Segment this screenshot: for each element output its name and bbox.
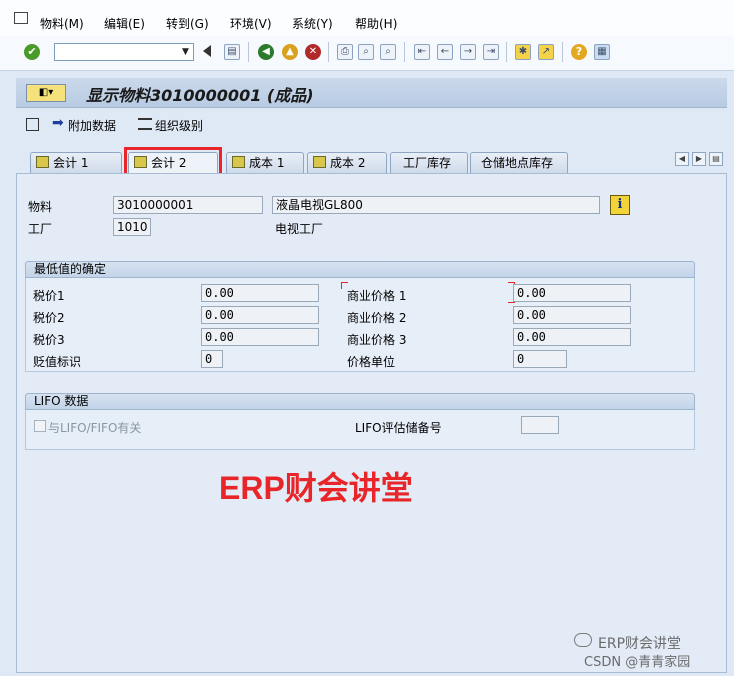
menu-help[interactable]: 帮助(H) — [355, 15, 397, 32]
chevron-down-icon[interactable]: ▼ — [178, 44, 193, 60]
tab-accounting-1[interactable]: 会计 1 — [30, 152, 122, 173]
layout-icon[interactable]: ▦ — [594, 44, 610, 60]
plant-description: 电视工厂 — [275, 222, 324, 236]
shortcut-icon[interactable]: ↗ — [538, 44, 554, 60]
price-unit-field[interactable]: 0 — [513, 350, 567, 368]
menu-material[interactable]: 物料(M) — [40, 15, 84, 32]
tab-indicator-icon — [36, 156, 49, 168]
tax-price-3-field[interactable]: 0.00 — [201, 328, 319, 346]
prev-page-icon[interactable]: ← — [437, 44, 453, 60]
next-page-icon[interactable]: → — [460, 44, 476, 60]
info-icon[interactable]: i — [610, 195, 630, 215]
toolbar-separator — [506, 42, 507, 62]
print-icon[interactable]: ⎙ — [337, 44, 353, 60]
menu-goto[interactable]: 转到(G) — [166, 15, 209, 32]
help-icon[interactable]: ? — [571, 44, 587, 60]
toolbar-separator — [562, 42, 563, 62]
tab-label: 仓储地点库存 — [481, 156, 554, 170]
toolbar-separator — [328, 42, 329, 62]
tab-label: 成本 1 — [249, 156, 285, 170]
tax-price-1-label: 税价1 — [33, 289, 65, 303]
cancel-icon[interactable]: ✕ — [305, 44, 321, 60]
tab-indicator-icon — [313, 156, 326, 168]
exit-icon[interactable]: ▲ — [282, 44, 298, 60]
menu-list-icon[interactable] — [14, 12, 28, 24]
find-icon[interactable]: ⌕ — [358, 44, 374, 60]
check-icon[interactable]: ✔ — [24, 44, 40, 60]
tax-price-3-label: 税价3 — [33, 333, 65, 347]
tab-indicator-icon — [232, 156, 245, 168]
commercial-price-3-field[interactable]: 0.00 — [513, 328, 631, 346]
watermark-footer-title: ERP财会讲堂 — [598, 636, 682, 652]
screen-menu-icon[interactable]: ◧▾ — [26, 84, 66, 102]
back-icon[interactable]: ◀ — [258, 44, 274, 60]
org-tree-icon — [26, 118, 39, 131]
find-next-icon[interactable]: ⌕ — [380, 44, 396, 60]
hierarchy-icon — [138, 118, 152, 130]
material-description-field[interactable]: 液晶电视GL800 — [272, 196, 600, 214]
menu-environment[interactable]: 环境(V) — [230, 15, 272, 32]
lifo-pool-label: LIFO评估储备号 — [355, 421, 442, 435]
lifo-group-title: LIFO 数据 — [25, 393, 695, 410]
commercial-price-1-label: 商业价格 1 — [347, 289, 407, 303]
tab-scroll-right-icon[interactable]: ▶ — [692, 152, 706, 166]
focus-corner — [341, 282, 348, 289]
devaluation-indicator-label: 贬值标识 — [33, 355, 82, 369]
price-unit-label: 价格单位 — [347, 355, 396, 369]
lifo-relevant-checkbox[interactable] — [34, 420, 46, 432]
tab-costing-2[interactable]: 成本 2 — [307, 152, 387, 173]
commercial-price-2-field[interactable]: 0.00 — [513, 306, 631, 324]
additional-data-button[interactable]: 附加数据 — [68, 117, 116, 134]
watermark-footer-author: CSDN @青青家园 — [584, 655, 691, 670]
tab-label: 会计 1 — [53, 156, 89, 170]
lifo-pool-field[interactable] — [521, 416, 559, 434]
commercial-price-3-label: 商业价格 3 — [347, 333, 407, 347]
new-session-icon[interactable]: ✱ — [515, 44, 531, 60]
first-page-icon[interactable]: ⇤ — [414, 44, 430, 60]
plant-field[interactable]: 1010 — [113, 218, 151, 236]
toolbar-separator — [248, 42, 249, 62]
tax-price-2-field[interactable]: 0.00 — [201, 306, 319, 324]
wechat-icon — [574, 633, 592, 647]
tab-label: 成本 2 — [330, 156, 366, 170]
tax-price-1-field[interactable]: 0.00 — [201, 284, 319, 302]
tab-scroll-left-icon[interactable]: ◀ — [675, 152, 689, 166]
devaluation-indicator-field[interactable]: 0 — [201, 350, 223, 368]
plant-label: 工厂 — [28, 222, 53, 236]
commercial-price-2-label: 商业价格 2 — [347, 311, 407, 325]
material-label: 物料 — [28, 200, 53, 214]
nav-back-arrow-icon[interactable] — [203, 45, 211, 57]
save-icon[interactable]: ▤ — [224, 44, 240, 60]
material-number-field[interactable]: 3010000001 — [113, 196, 263, 214]
arrow-right-icon: ➡ — [52, 115, 64, 131]
menu-system[interactable]: 系统(Y) — [292, 15, 333, 32]
watermark-text: ERP财会讲堂 — [219, 470, 413, 506]
page-title: 显示物料3010000001 (成品) — [86, 86, 314, 105]
toolbar-separator — [404, 42, 405, 62]
last-page-icon[interactable]: ⇥ — [483, 44, 499, 60]
tab-plant-stock[interactable]: 工厂库存 — [390, 152, 468, 173]
tab-list-icon[interactable]: ▤ — [709, 152, 723, 166]
lifo-relevant-label: 与LIFO/FIFO有关 — [48, 421, 142, 435]
command-field[interactable] — [54, 43, 194, 61]
tab-costing-1[interactable]: 成本 1 — [226, 152, 304, 173]
menu-edit[interactable]: 编辑(E) — [104, 15, 145, 32]
tax-price-2-label: 税价2 — [33, 311, 65, 325]
lowest-value-group-title: 最低值的确定 — [25, 261, 695, 278]
tab-storage-location-stock[interactable]: 仓储地点库存 — [470, 152, 568, 173]
commercial-price-1-field[interactable]: 0.00 — [513, 284, 631, 302]
tab-label: 工厂库存 — [403, 156, 452, 170]
org-levels-button[interactable]: 组织级别 — [155, 117, 203, 134]
